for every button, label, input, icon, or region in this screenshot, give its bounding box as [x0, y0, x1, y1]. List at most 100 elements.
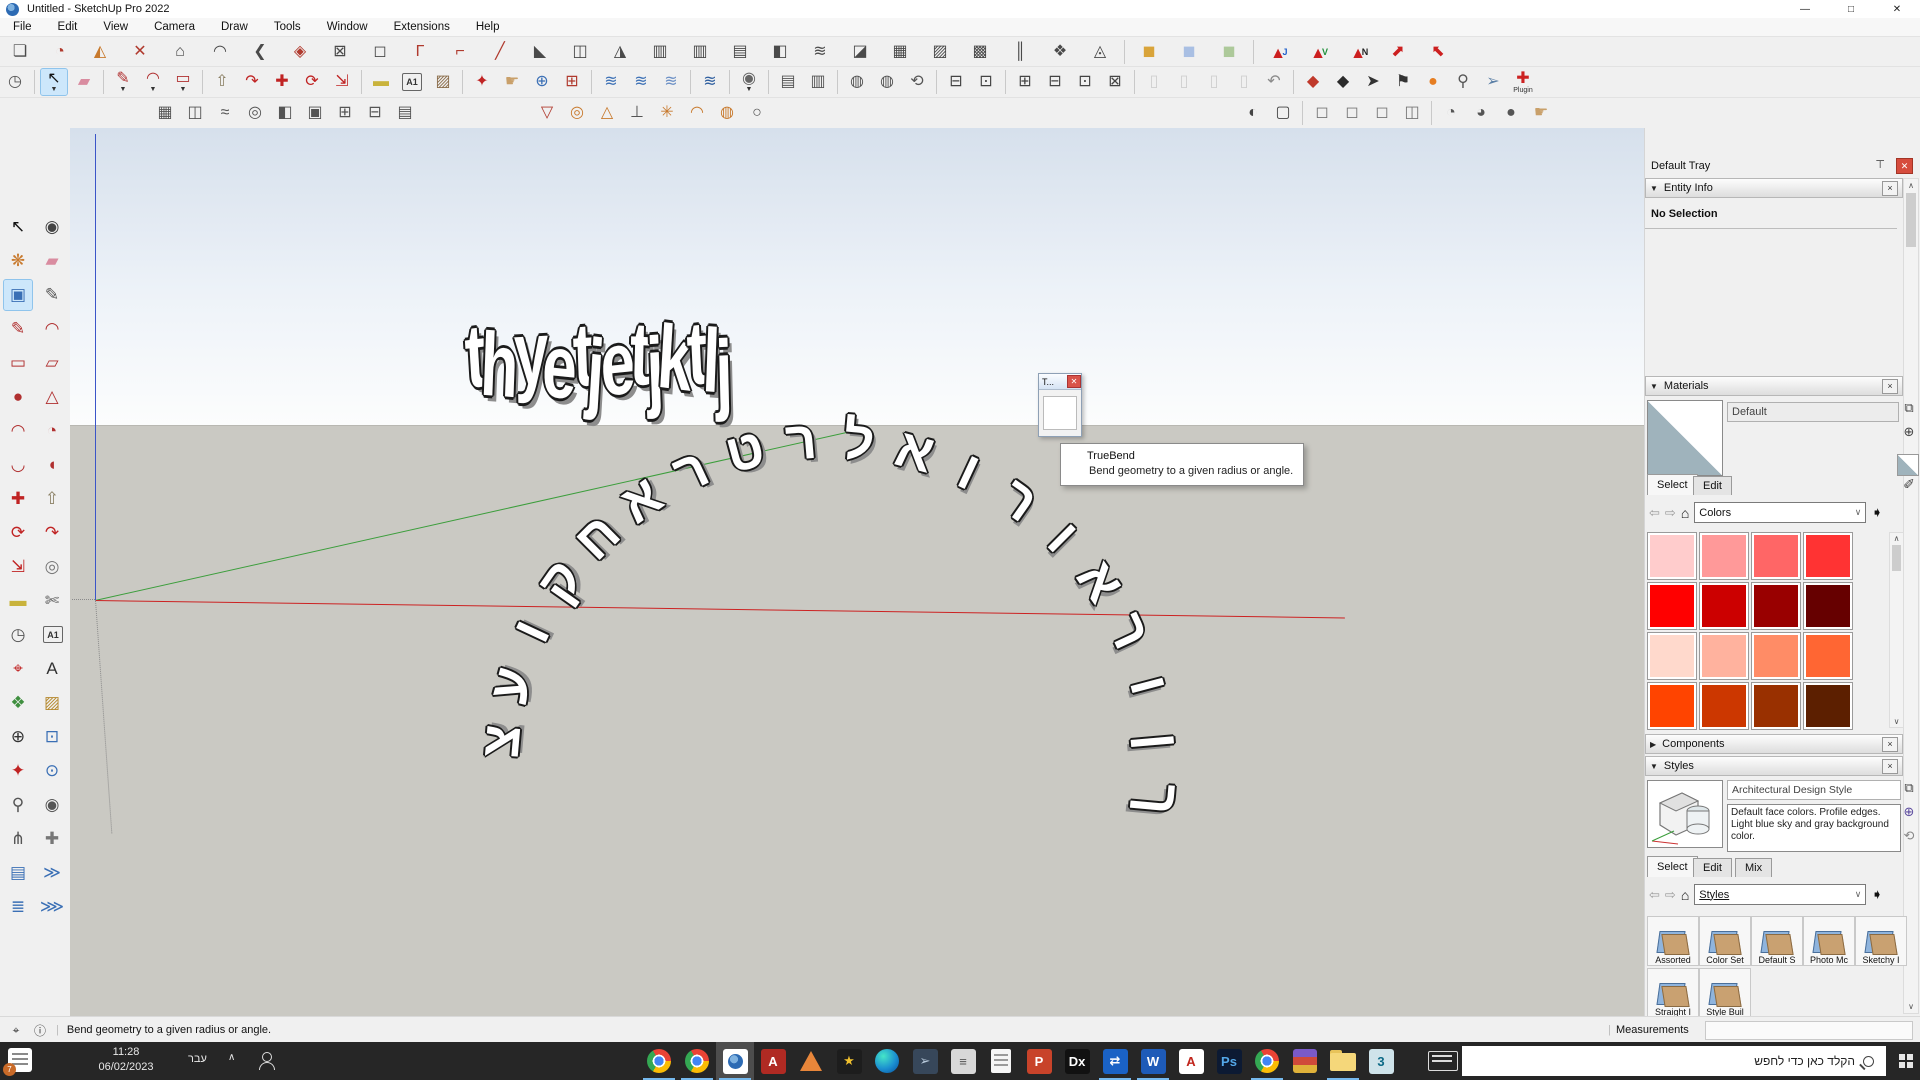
disabled-2-icon[interactable]: ▯	[1171, 69, 1197, 95]
people-icon[interactable]	[258, 1051, 278, 1071]
3d-text-top[interactable]: thyetjetjktlj	[465, 303, 825, 406]
menu-edit[interactable]: Edit	[45, 18, 91, 36]
pie-tool-icon[interactable]: ◔	[38, 416, 66, 446]
shape-sun-icon[interactable]: ✳	[654, 100, 680, 126]
sandbox-drape-icon[interactable]: ◧	[272, 100, 298, 126]
color-swatch[interactable]	[1803, 582, 1853, 630]
circle-tool-icon[interactable]: ●	[4, 382, 32, 412]
taskbar-printer[interactable]: ≡	[944, 1042, 982, 1080]
zoom-tool-icon[interactable]: ⊕	[4, 722, 32, 752]
orbit-tool-icon[interactable]: ✦	[469, 69, 495, 95]
wire-box-3-icon[interactable]: ◻	[1369, 100, 1395, 126]
plugin-add-icon[interactable]: ✚Plugin	[1510, 69, 1536, 95]
render-teapot-2-icon[interactable]: ◍	[874, 69, 900, 95]
color-swatch[interactable]	[1803, 632, 1853, 680]
figure-tool-icon[interactable]: ⚲	[1450, 69, 1476, 95]
sphere-shade-1-icon[interactable]: ◔	[1438, 100, 1464, 126]
import-n-icon[interactable]: ▲N	[1341, 39, 1375, 65]
sandbox-from-scratch-icon[interactable]: ◫	[182, 100, 208, 126]
taskbar-paper-plane[interactable]: ➢	[906, 1042, 944, 1080]
ext-curve-points-icon[interactable]: ◔	[43, 39, 77, 65]
secondary-pane-icon[interactable]: ⧉	[1901, 400, 1917, 416]
export-2-icon[interactable]: ⬉	[1421, 39, 1455, 65]
pin-icon[interactable]: ⊤	[1875, 158, 1885, 171]
truebend-tool-button[interactable]	[1043, 396, 1077, 430]
ext-hatch-2-icon[interactable]: ▩	[963, 39, 997, 65]
rotated-rectangle-tool-icon[interactable]: ▱	[38, 348, 66, 378]
components-close-icon[interactable]: ×	[1882, 737, 1898, 752]
plugin-blue-2-icon[interactable]: ≋	[628, 69, 654, 95]
styles-tab-edit[interactable]: Edit	[1693, 858, 1732, 877]
truebend-close-icon[interactable]: ✕	[1067, 375, 1081, 388]
entity-info-close-icon[interactable]: ×	[1882, 181, 1898, 196]
create-material-icon[interactable]: ⊕	[1901, 424, 1917, 440]
info-icon[interactable]: ⓘ	[32, 1022, 48, 1038]
dropdown-arrow-icon[interactable]: ▼	[180, 86, 187, 93]
ext-roof-icon[interactable]: ◬	[1083, 39, 1117, 65]
dropdown-arrow-icon[interactable]: ▼	[51, 86, 58, 93]
ext-box-pencil-icon[interactable]: ❏	[3, 39, 37, 65]
secondary-pane-icon[interactable]: ⧉	[1901, 780, 1917, 796]
send-tool-icon[interactable]: ➢	[1480, 69, 1506, 95]
color-swatch[interactable]	[1751, 532, 1801, 580]
window-layout-3-icon[interactable]: ⊡	[1072, 69, 1098, 95]
arc-tool-icon[interactable]: ◠▼	[140, 69, 166, 95]
shape-ring-icon[interactable]: ◎	[564, 100, 590, 126]
sandbox-detail-icon[interactable]: ▣	[302, 100, 328, 126]
diamond-red-icon[interactable]: ◆	[1300, 69, 1326, 95]
style-folder-photo-mc[interactable]: Photo Mc	[1803, 916, 1855, 966]
taskbar-sketchup[interactable]	[716, 1042, 754, 1080]
add-location-icon[interactable]: ◉▼	[736, 69, 762, 95]
overlay-toggle-icon[interactable]: ⊟	[943, 69, 969, 95]
color-swatch[interactable]	[1699, 682, 1749, 730]
model-viewport[interactable]: thyetjetjktlj צעוקחארטרלאורוארוןך T... ✕…	[70, 128, 1644, 1016]
ext-cone-icon[interactable]: ◭	[83, 39, 117, 65]
create-style-icon[interactable]: ⊕	[1901, 804, 1917, 820]
rectangle-tool-icon[interactable]: ▭	[4, 348, 32, 378]
wire-box-2-icon[interactable]: ◻	[1339, 100, 1365, 126]
tray-close-icon[interactable]: ✕	[1896, 158, 1913, 174]
blue-arrows-tool-icon[interactable]: ⋙	[38, 892, 66, 922]
truebend-mini-window[interactable]: T... ✕	[1038, 373, 1082, 437]
color-swatch[interactable]	[1647, 532, 1697, 580]
tray-scrollbar[interactable]: ∧ ∨	[1903, 178, 1919, 1014]
tape-measure-tool-icon[interactable]: ▬	[4, 586, 32, 616]
two-point-arc-tool-icon[interactable]: ◠	[38, 314, 66, 344]
color-swatch[interactable]	[1803, 682, 1853, 730]
undo-curve-icon[interactable]: ↶	[1261, 69, 1287, 95]
refresh-style-icon[interactable]: ⟲	[1901, 828, 1917, 844]
zoom-tool-icon[interactable]: ⊕	[529, 69, 555, 95]
minimize-button[interactable]: —	[1782, 0, 1828, 18]
color-swatch[interactable]	[1647, 682, 1697, 730]
taskbar-edge[interactable]	[868, 1042, 906, 1080]
grid-tool-2-icon[interactable]: ⊟	[362, 100, 388, 126]
ext-axes-x-icon[interactable]: ✕	[123, 39, 157, 65]
move-axes-tool-icon[interactable]: ✚	[38, 824, 66, 854]
zoom-extents-tool-icon[interactable]: ⊞	[559, 69, 585, 95]
rectangle-tool-icon[interactable]: ▭▼	[170, 69, 196, 95]
menu-extensions[interactable]: Extensions	[381, 18, 463, 36]
taskbar-touch-keyboard[interactable]	[1424, 1042, 1462, 1080]
ext-columns-1-icon[interactable]: ▥	[643, 39, 677, 65]
styles-close-icon[interactable]: ×	[1882, 759, 1898, 774]
color-swatch[interactable]	[1751, 682, 1801, 730]
polygon-tool-icon[interactable]: △	[38, 382, 66, 412]
taskbar-search-box[interactable]: הקלד כאן כדי לחפש	[1462, 1046, 1886, 1076]
window-layout-4-icon[interactable]: ⊠	[1102, 69, 1128, 95]
shape-dome-icon[interactable]: ◠	[684, 100, 710, 126]
three-point-arc-tool-icon[interactable]: ◡	[4, 450, 32, 480]
move-tool-icon[interactable]: ✚	[4, 484, 32, 514]
ext-diamond-icon[interactable]: ◈	[283, 39, 317, 65]
entity-info-header[interactable]: ▼ Entity Info ×	[1645, 178, 1903, 198]
ext-pillars-icon[interactable]: ║	[1003, 39, 1037, 65]
line-tool-icon[interactable]: ✎	[4, 314, 32, 344]
look-around-tool-icon[interactable]: ◉	[38, 790, 66, 820]
dimension-tool-icon[interactable]: A1	[43, 626, 63, 643]
pan-tool-icon[interactable]: ☛	[499, 69, 525, 95]
scale-tool-icon[interactable]: ⇲	[4, 552, 32, 582]
tape-measure-tool-icon[interactable]: ▬	[368, 69, 394, 95]
section-arrows-tool-icon[interactable]: ≫	[38, 858, 66, 888]
close-button[interactable]: ✕	[1874, 0, 1920, 18]
arc-tool-icon[interactable]: ◠	[4, 416, 32, 446]
line-tool-icon[interactable]: ✎▼	[110, 69, 136, 95]
